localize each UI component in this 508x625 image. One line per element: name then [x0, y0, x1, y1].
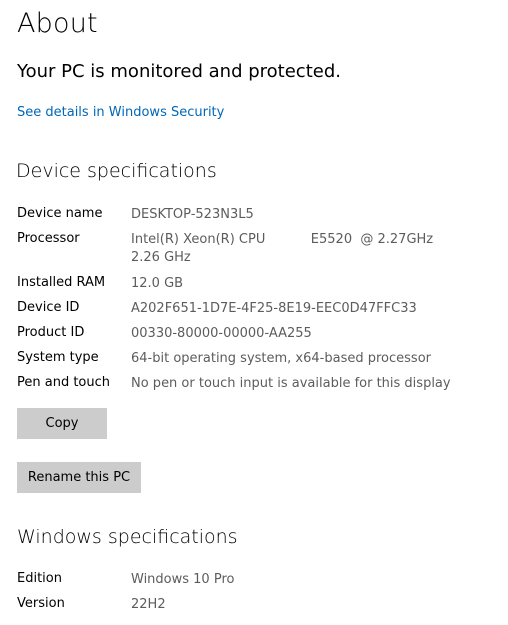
spec-value-device-name: DESKTOP-523N3L5	[131, 207, 254, 222]
spec-value-product-id: 00330-80000-00000-AA255	[131, 326, 312, 341]
device-specifications-heading: Device specifications	[16, 160, 217, 182]
copy-button[interactable]: Copy	[17, 408, 107, 439]
spec-value-processor: Intel(R) Xeon(R) CPU E5520 @ 2.27GHz 2.2…	[131, 232, 446, 265]
spec-label-version: Version	[17, 596, 65, 611]
windows-specifications-heading: Windows specifications	[17, 526, 238, 548]
spec-label-device-id: Device ID	[17, 300, 80, 315]
spec-value-edition: Windows 10 Pro	[131, 572, 235, 587]
rename-pc-button[interactable]: Rename this PC	[17, 462, 141, 493]
spec-label-product-id: Product ID	[17, 325, 85, 340]
protection-status: Your PC is monitored and protected.	[17, 61, 341, 82]
spec-value-version: 22H2	[131, 597, 166, 612]
windows-security-link[interactable]: See details in Windows Security	[17, 105, 224, 120]
spec-label-edition: Edition	[17, 571, 62, 586]
spec-label-pen-and-touch: Pen and touch	[17, 375, 111, 390]
spec-label-device-name: Device name	[17, 206, 103, 221]
spec-value-device-id: A202F651-1D7E-4F25-8E19-EEC0D47FFC33	[131, 301, 417, 316]
spec-value-system-type: 64-bit operating system, x64-based proce…	[131, 351, 431, 366]
spec-label-processor: Processor	[17, 231, 80, 246]
spec-value-pen-and-touch: No pen or touch input is available for t…	[131, 376, 451, 391]
page-title: About	[17, 8, 98, 39]
spec-label-system-type: System type	[17, 350, 99, 365]
spec-value-installed-ram: 12.0 GB	[131, 276, 184, 291]
spec-label-installed-ram: Installed RAM	[17, 275, 106, 290]
